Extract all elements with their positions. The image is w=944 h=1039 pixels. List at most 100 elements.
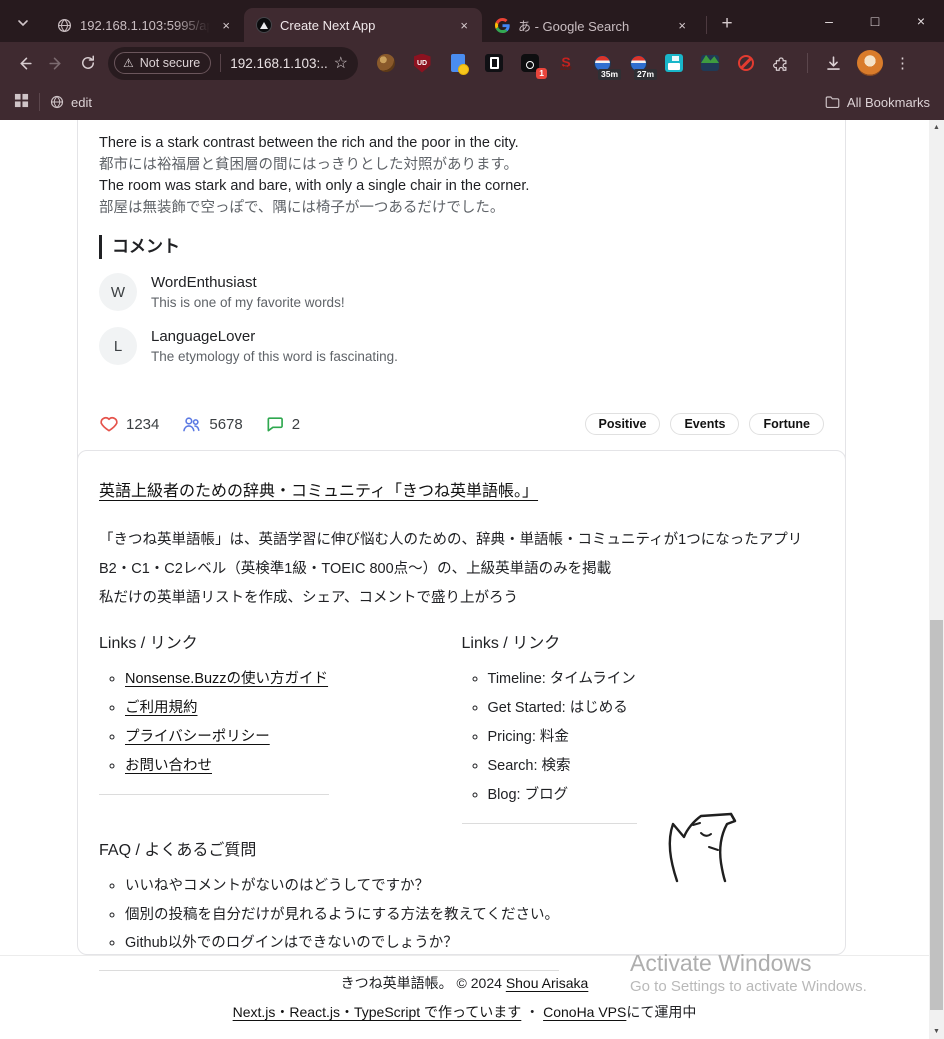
- apps-grid-icon[interactable]: [14, 93, 29, 111]
- address-bar[interactable]: ⚠ Not secure 192.168.1.103:... ☆: [108, 47, 358, 80]
- app-title-link[interactable]: 英語上級者のための辞典・コミュニティ「きつね英単語帳。」: [99, 481, 538, 503]
- extension-book-icon[interactable]: [479, 48, 509, 78]
- tag-pill[interactable]: Positive: [585, 413, 661, 435]
- extension-timer-icon[interactable]: 35m: [587, 48, 617, 78]
- maximize-button[interactable]: □: [852, 0, 898, 42]
- tag-list: Positive Events Fortune: [585, 413, 824, 435]
- extension-timer-icon[interactable]: 27m: [623, 48, 653, 78]
- browser-toolbar: ⚠ Not secure 192.168.1.103:... ☆ UD 1 SS…: [0, 42, 944, 84]
- not-secure-chip[interactable]: ⚠ Not secure: [114, 52, 211, 74]
- profile-avatar[interactable]: [857, 50, 883, 76]
- comment-text: The etymology of this word is fascinatin…: [151, 347, 398, 367]
- list-item[interactable]: Blog: ブログ: [488, 781, 825, 810]
- back-button[interactable]: [8, 47, 40, 79]
- users-icon: [181, 414, 202, 435]
- heart-icon: [99, 414, 119, 434]
- new-tab-button[interactable]: +: [713, 10, 741, 38]
- faq-item: 個別の投稿を自分だけが見れるようにする方法を教えてください。: [125, 901, 569, 930]
- tab-title: あ - Google Search: [518, 16, 666, 35]
- faq-section: FAQ / よくあるご質問 いいねやコメントがないのはどうしてですか？ 個別の投…: [99, 840, 569, 971]
- downloads-icon[interactable]: [818, 48, 848, 78]
- google-icon: [494, 17, 510, 33]
- extension-badge: 1: [536, 68, 547, 79]
- list-item[interactable]: Get Started: はじめる: [488, 694, 825, 723]
- scrollbar-up-arrow[interactable]: ▲: [929, 120, 944, 135]
- link-guide[interactable]: Nonsense.Buzzの使い方ガイド: [125, 671, 328, 687]
- reload-button[interactable]: [72, 47, 104, 79]
- scrollbar[interactable]: ▲ ▼: [929, 120, 944, 1039]
- security-label: Not secure: [140, 56, 200, 70]
- link-terms[interactable]: ご利用規約: [125, 700, 198, 716]
- extension-seo-icon[interactable]: SSEO: [551, 48, 581, 78]
- page-content: There is a stark contrast between the ri…: [0, 120, 944, 1039]
- hosting-suffix: にて運用中: [626, 1004, 696, 1020]
- tab-close-icon[interactable]: ×: [674, 17, 690, 34]
- tab-close-icon[interactable]: ×: [218, 17, 234, 34]
- comments-heading: コメント: [99, 235, 824, 259]
- list-item: お問い合わせ: [125, 752, 462, 781]
- scrollbar-down-arrow[interactable]: ▼: [929, 1024, 944, 1039]
- like-button[interactable]: 1234: [99, 414, 159, 434]
- bookmarks-separator: [39, 93, 40, 111]
- bookmarks-bar: edit All Bookmarks: [0, 84, 944, 120]
- extension-shield-icon[interactable]: UD: [407, 48, 437, 78]
- faq-item: いいねやコメントがないのはどうしてですか？: [125, 872, 569, 901]
- all-bookmarks-label: All Bookmarks: [847, 95, 930, 110]
- extension-document-icon[interactable]: [443, 48, 473, 78]
- forward-button[interactable]: [40, 47, 72, 79]
- comments-stat[interactable]: 2: [265, 414, 300, 434]
- faq-title: FAQ / よくあるご質問: [99, 840, 569, 862]
- links-title: Links / リンク: [99, 633, 462, 655]
- list-item: プライバシーポリシー: [125, 723, 462, 752]
- link-privacy[interactable]: プライバシーポリシー: [125, 729, 270, 745]
- extension-owl-icon[interactable]: [371, 48, 401, 78]
- comment-item: L LanguageLover The etymology of this wo…: [99, 327, 824, 367]
- scrollbar-thumb[interactable]: [930, 620, 943, 1010]
- omnibox-separator: [220, 54, 221, 72]
- hosting-link[interactable]: ConoHa VPS: [543, 1004, 626, 1020]
- extension-mountain-icon[interactable]: [695, 48, 725, 78]
- app-description: 「きつね英単語帳」は、英語学習に伸び悩む人のための、辞典・単語帳・コミュニティが…: [99, 526, 824, 613]
- copyright-text: きつね英単語帳。 © 2024: [341, 975, 506, 991]
- list-item[interactable]: Timeline: タイムライン: [488, 665, 825, 694]
- avatar: L: [99, 327, 137, 365]
- list-item[interactable]: Search: 検索: [488, 752, 825, 781]
- tab-title: Create Next App: [280, 18, 448, 33]
- minimize-button[interactable]: –: [806, 0, 852, 42]
- bookmark-star-icon[interactable]: ☆: [334, 53, 348, 73]
- author-link[interactable]: Shou Arisaka: [506, 975, 589, 991]
- menu-kebab-icon[interactable]: ⋮: [889, 54, 916, 72]
- tab-api-endpoint[interactable]: 192.168.1.103:5995/api/v1/wo ×: [44, 8, 244, 42]
- extensions-puzzle-icon[interactable]: [767, 48, 797, 78]
- chevron-down-icon[interactable]: [6, 6, 40, 40]
- list-item[interactable]: Pricing: 料金: [488, 723, 825, 752]
- comment-item: W WordEnthusiast This is one of my favor…: [99, 273, 824, 313]
- all-bookmarks-button[interactable]: All Bookmarks: [825, 95, 930, 110]
- example-sentence-en: The room was stark and bare, with only a…: [99, 176, 824, 198]
- tech-stack-link[interactable]: Next.js・React.js・TypeScript で作っています: [233, 1004, 522, 1020]
- bookmark-edit[interactable]: edit: [50, 95, 92, 110]
- list-item: Nonsense.Buzzの使い方ガイド: [125, 665, 462, 694]
- links-column-right: Links / リンク Timeline: タイムライン Get Started…: [462, 633, 825, 824]
- links-title: Links / リンク: [462, 633, 825, 655]
- tab-close-icon[interactable]: ×: [456, 17, 472, 34]
- globe-icon: [56, 17, 72, 33]
- users-stat[interactable]: 5678: [181, 414, 242, 435]
- close-window-button[interactable]: ×: [898, 0, 944, 42]
- extension-camera-icon[interactable]: 1: [515, 48, 545, 78]
- tab-google-search[interactable]: あ - Google Search ×: [482, 8, 700, 42]
- comment-text: This is one of my favorite words!: [151, 293, 345, 313]
- extension-floppy-icon[interactable]: [659, 48, 689, 78]
- faq-item: Github以外でのログインはできないのでしょうか？: [125, 929, 569, 958]
- list-item: ご利用規約: [125, 694, 462, 723]
- fox-doodle: [661, 797, 739, 885]
- bookmark-label: edit: [71, 95, 92, 110]
- tag-pill[interactable]: Fortune: [749, 413, 824, 435]
- url-text[interactable]: 192.168.1.103:...: [230, 56, 327, 71]
- tag-pill[interactable]: Events: [670, 413, 739, 435]
- tab-create-next-app[interactable]: Create Next App ×: [244, 8, 482, 42]
- extension-blocked-icon[interactable]: [731, 48, 761, 78]
- link-contact[interactable]: お問い合わせ: [125, 758, 212, 774]
- description-line: B2・C1・C2レベル（英検準1級・TOEIC 800点〜）の、上級英単語のみを…: [99, 555, 824, 584]
- comment-author: WordEnthusiast: [151, 273, 345, 293]
